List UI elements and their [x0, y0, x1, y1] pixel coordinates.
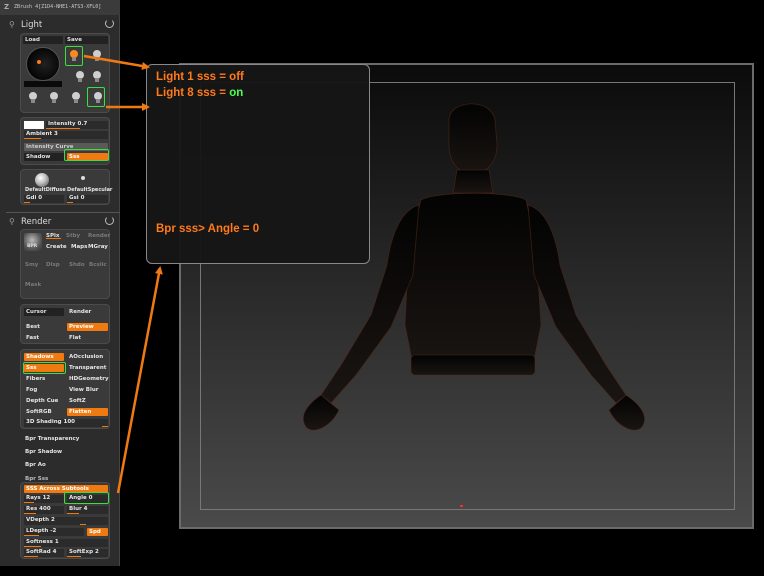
shadows-button[interactable]: Shadows: [24, 353, 64, 361]
render-section-title: Render: [21, 217, 52, 227]
palette-title: ZBrush 4[Z1D4-NHE1-ATS3-XFL0]: [14, 4, 102, 10]
softrgb-button[interactable]: SoftRGB: [26, 409, 52, 416]
palette-titlebar: Z ZBrush 4[Z1D4-NHE1-ATS3-XFL0]: [0, 0, 120, 15]
bcslic-label: Bcslic: [89, 262, 107, 268]
angle-highlight: [64, 492, 109, 504]
bpr-transparency-subpalette[interactable]: Bpr Transparency: [25, 436, 79, 443]
best-button[interactable]: Best: [26, 324, 40, 331]
res-slider[interactable]: Res 400: [24, 506, 64, 514]
viewblur-button[interactable]: View Blur: [69, 387, 98, 394]
transparent-button[interactable]: Transparent: [69, 365, 106, 372]
light-4-bulb-icon[interactable]: [92, 71, 102, 83]
softrad-slider[interactable]: SoftRad 4: [24, 549, 64, 557]
shdo-label: Shdo: [69, 262, 85, 268]
pivot-marker: [460, 505, 463, 507]
hdgeometry-button[interactable]: HDGeometry: [69, 376, 109, 383]
bpr-ao-subpalette[interactable]: Bpr Ao: [25, 462, 46, 469]
light-position-dot: [37, 60, 41, 64]
softexp-slider[interactable]: SoftExp 2: [67, 549, 108, 557]
render-buttons-group: BPR SPix Stby Render Create Maps MGray S…: [20, 229, 110, 299]
blur-slider[interactable]: Blur 4: [67, 506, 108, 514]
light-sss-highlight: [64, 149, 109, 161]
render-properties-group: Shadows AOcclusion Sss Transparent Fiber…: [20, 349, 110, 429]
flatten-button[interactable]: Flatten: [67, 408, 108, 416]
default-diffuse-label: DefaultDiffuse: [25, 187, 66, 193]
rays-slider[interactable]: Rays 12: [24, 495, 64, 503]
maps-button[interactable]: Maps: [71, 244, 87, 251]
ambient-slider[interactable]: Ambient 3: [24, 131, 108, 139]
mgray-button[interactable]: MGray: [88, 244, 108, 251]
bpr-shadow-subpalette[interactable]: Bpr Shadow: [25, 449, 62, 456]
default-specular-label: DefaultSpecular: [67, 187, 113, 193]
light-section-title: Light: [21, 20, 43, 30]
refresh-icon[interactable]: [105, 19, 114, 28]
softness-slider[interactable]: Softness 1: [24, 539, 108, 547]
render-section-header[interactable]: ⚲ Render: [8, 215, 118, 229]
light-6-bulb-icon[interactable]: [49, 92, 59, 104]
light-color-swatch[interactable]: [24, 121, 44, 129]
callout-light8-text: Light 8 sss = on: [156, 87, 244, 99]
light-3-bulb-icon[interactable]: [75, 71, 85, 83]
intensity-slider[interactable]: Intensity 0.7: [46, 121, 108, 129]
mask-label: Mask: [25, 282, 42, 288]
softz-button[interactable]: SoftZ: [69, 398, 86, 405]
ldepth-slider[interactable]: LDepth -2: [24, 528, 84, 536]
render-pin-icon: ⚲: [9, 217, 15, 226]
smy-label: Smy: [25, 262, 39, 268]
shadow-button[interactable]: Shadow: [24, 153, 64, 161]
render-button[interactable]: Render: [69, 309, 91, 316]
light-sphere-base: [24, 81, 62, 87]
light-1-highlight: [65, 46, 83, 66]
render-dim-label: Render: [88, 233, 111, 239]
vdepth-slider[interactable]: VDepth 2: [24, 517, 108, 525]
callout-light8-state: on: [229, 87, 244, 99]
section-divider: [6, 212, 120, 213]
left-palette: Z ZBrush 4[Z1D4-NHE1-ATS3-XFL0] ⚲ Light …: [0, 0, 120, 566]
cursor-button[interactable]: Cursor: [24, 308, 64, 316]
preview-button[interactable]: Preview: [67, 323, 108, 331]
render-mode-group: Cursor Render Best Preview Fast Flat: [20, 304, 110, 344]
spd-button[interactable]: Spd: [87, 528, 108, 536]
fog-button[interactable]: Fog: [26, 387, 37, 394]
bulb-pin-icon: ⚲: [9, 20, 15, 29]
light-7-bulb-icon[interactable]: [71, 92, 81, 104]
create-button[interactable]: Create: [46, 244, 67, 251]
light-2-bulb-icon[interactable]: [92, 50, 102, 62]
light-5-bulb-icon[interactable]: [28, 92, 38, 104]
light-load-button[interactable]: Load: [23, 36, 63, 44]
disp-label: Disp: [46, 262, 60, 268]
light-section-header[interactable]: ⚲ Light: [8, 18, 118, 32]
gdi-slider[interactable]: Gdi 0: [24, 195, 64, 203]
depthcue-button[interactable]: Depth Cue: [26, 398, 58, 405]
callout-light1-text: Light 1 sss = off: [156, 71, 244, 83]
light-type-group: DefaultDiffuse DefaultSpecular Gdi 0 Gsi…: [20, 169, 113, 205]
aocclusion-button[interactable]: AOcclusion: [69, 354, 103, 361]
callout-bpr-text: Bpr sss> Angle = 0: [156, 223, 260, 235]
refresh-icon[interactable]: [105, 216, 114, 225]
render-sss-highlight: [23, 362, 66, 374]
gsi-slider[interactable]: Gsi 0: [67, 195, 108, 203]
zbrush-logo: Z: [4, 3, 10, 11]
stby-label: Stby: [66, 233, 81, 239]
light-placement-sphere[interactable]: [26, 47, 60, 81]
bpr-button[interactable]: BPR: [24, 233, 42, 251]
default-specular-dot[interactable]: [81, 176, 85, 180]
3d-shading-slider[interactable]: 3D Shading 100: [24, 419, 108, 427]
arrow-angle: [116, 266, 163, 494]
light-save-button[interactable]: Save: [65, 36, 108, 44]
spix-slider[interactable]: [46, 234, 61, 239]
default-diffuse-sphere[interactable]: [35, 173, 49, 187]
fast-button[interactable]: Fast: [26, 335, 39, 342]
fibers-button[interactable]: Fibers: [26, 376, 45, 383]
flat-button[interactable]: Flat: [69, 335, 81, 342]
annotation-callout: Light 1 sss = off Light 8 sss = on Bpr s…: [146, 64, 370, 264]
light-8-highlight: [87, 87, 105, 107]
